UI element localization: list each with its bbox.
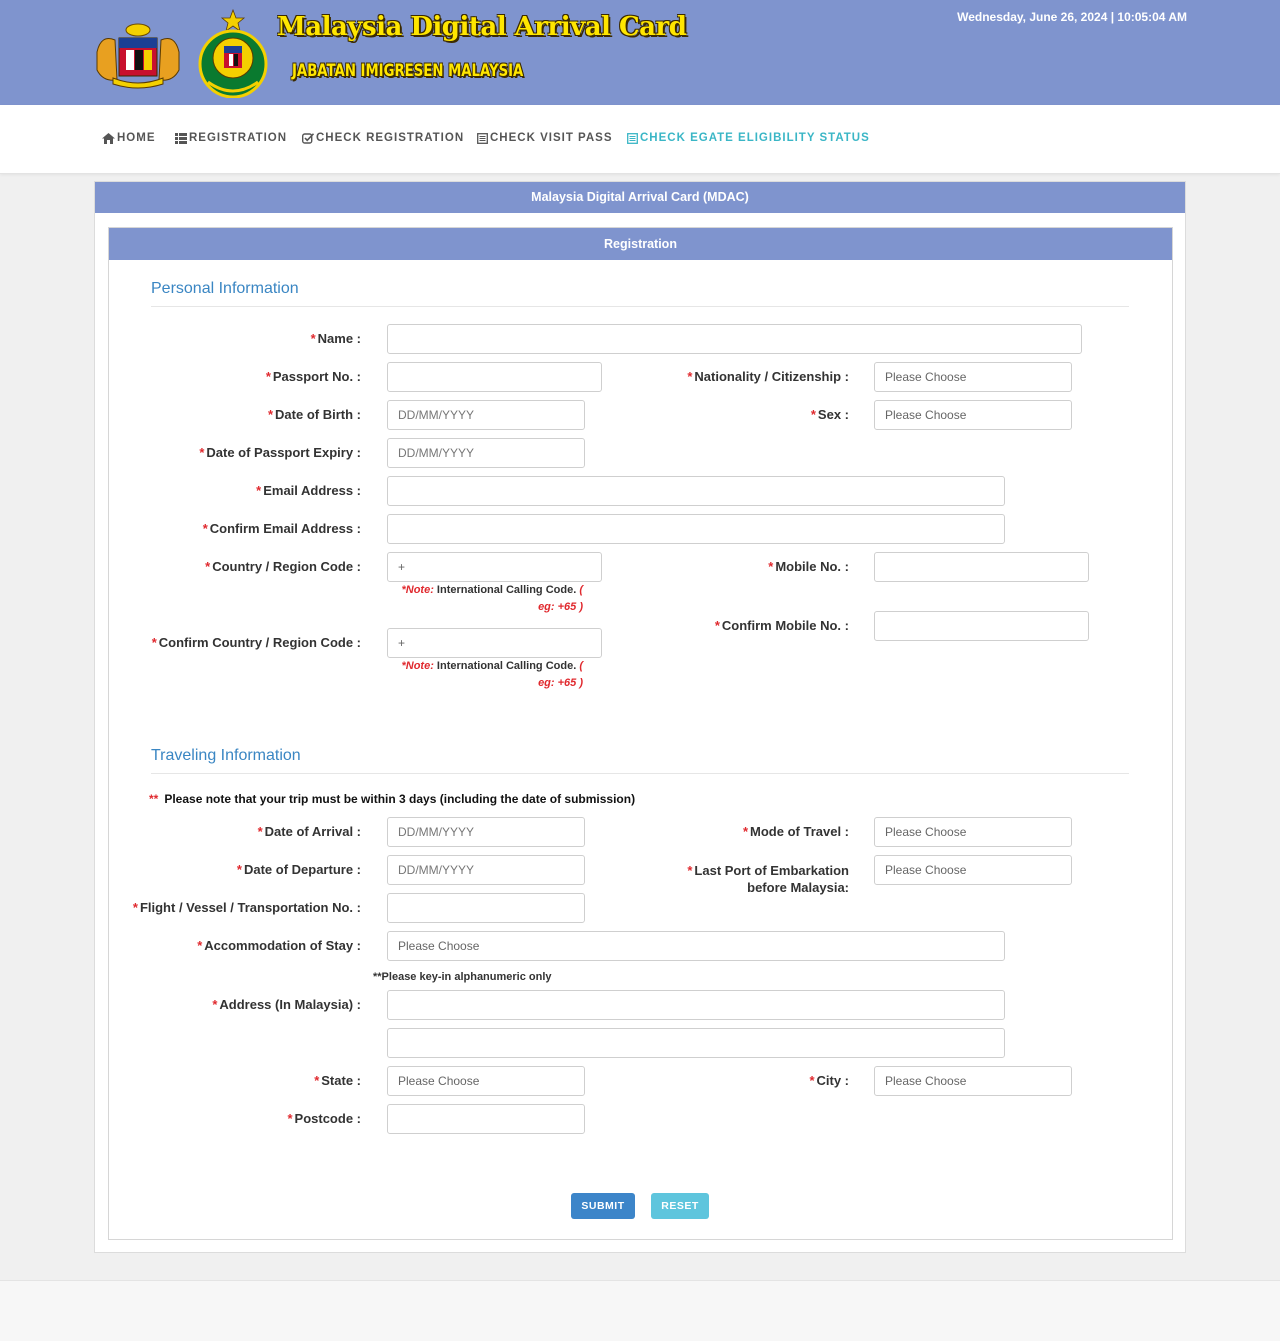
calling-code-note: *Note: International Calling Code. ( eg:… (401, 584, 583, 613)
registration-title: Registration (109, 228, 1172, 260)
nav-check-egate[interactable]: CHECK EGATE ELIGIBILITY STATUS (627, 132, 870, 144)
immigration-emblem (198, 8, 268, 98)
state-label: * State : (314, 1073, 361, 1088)
mode-of-travel-label: * Mode of Travel : (742, 824, 849, 839)
arrival-label: * Date of Arrival : (257, 824, 361, 839)
calling-code-note: *Note: International Calling Code. ( eg:… (401, 660, 583, 689)
dob-label: * Date of Birth : (267, 407, 361, 422)
coat-of-arms-emblem (96, 23, 180, 89)
name-label: * Name : (310, 331, 361, 346)
section-divider (151, 306, 1129, 307)
nav-check-visit-pass[interactable]: CHECK VISIT PASS (477, 132, 613, 144)
country-code-label: * Country / Region Code : (205, 559, 361, 574)
departure-label: * Date of Departure : (236, 862, 361, 877)
nav-home-label: HOME (117, 132, 156, 144)
confirm-country-code-input[interactable]: + (387, 628, 602, 658)
nationality-label: * Nationality / Citizenship : (687, 369, 849, 384)
nav-registration[interactable]: REGISTRATION (175, 132, 287, 144)
nav-check-registration[interactable]: CHECK REGISTRATION (302, 132, 464, 144)
passport-label: * Passport No. : (265, 369, 361, 384)
city-label: * City : (809, 1073, 849, 1088)
submit-button[interactable]: SUBMIT (571, 1193, 635, 1219)
accommodation-select[interactable]: Please Choose (387, 931, 1005, 961)
nav-home[interactable]: HOME (102, 132, 156, 144)
sex-label: * Sex : (810, 407, 849, 422)
site-subtitle: JABATAN IMIGRESEN MALAYSIA (292, 61, 524, 81)
check-square-icon (302, 132, 314, 144)
current-datetime: Wednesday, June 26, 2024 | 10:05:04 AM (957, 10, 1187, 24)
site-title: Malaysia Digital Arrival Card (277, 12, 687, 42)
home-icon (102, 132, 115, 144)
departure-date-input[interactable]: DD/MM/YYYY (387, 855, 585, 885)
document-icon (627, 132, 638, 144)
address-line2-input[interactable] (387, 1028, 1005, 1058)
passport-expiry-label: * Date of Passport Expiry : (199, 445, 361, 460)
confirm-email-label: * Confirm Email Address : (202, 521, 361, 536)
passport-expiry-input[interactable]: DD/MM/YYYY (387, 438, 585, 468)
confirm-country-code-label: * Confirm Country / Region Code : (151, 635, 361, 650)
state-select[interactable]: Please Choose (387, 1066, 585, 1096)
dob-input[interactable]: DD/MM/YYYY (387, 400, 585, 430)
nav-check-egate-label: CHECK EGATE ELIGIBILITY STATUS (640, 132, 870, 144)
alphanumeric-note: **Please key-in alphanumeric only (373, 971, 552, 983)
last-port-select[interactable]: Please Choose (874, 855, 1072, 885)
email-input[interactable] (387, 476, 1005, 506)
site-header: Malaysia Digital Arrival Card JABATAN IM… (0, 0, 1280, 105)
postcode-label: * Postcode : (287, 1111, 361, 1126)
address-line1-input[interactable] (387, 990, 1005, 1020)
section-divider (151, 773, 1129, 774)
confirm-email-input[interactable] (387, 514, 1005, 544)
personal-info-heading: Personal Information (151, 280, 299, 297)
nationality-select[interactable]: Please Choose (874, 362, 1072, 392)
confirm-mobile-label: * Confirm Mobile No. : (714, 618, 849, 633)
reset-button[interactable]: RESET (651, 1193, 709, 1219)
country-code-input[interactable]: + (387, 552, 602, 582)
nav-check-registration-label: CHECK REGISTRATION (316, 132, 465, 144)
list-icon (175, 132, 187, 144)
passport-input[interactable] (387, 362, 602, 392)
mobile-input[interactable] (874, 552, 1089, 582)
confirm-mobile-input[interactable] (874, 611, 1089, 641)
last-port-label: * Last Port of Embarkation before Malaysia… (687, 863, 849, 895)
mobile-label: * Mobile No. : (768, 559, 849, 574)
name-input[interactable] (387, 324, 1082, 354)
flight-label: * Flight / Vessel / Transportation No. : (132, 900, 361, 915)
flight-input[interactable] (387, 893, 585, 923)
postcode-input[interactable] (387, 1104, 585, 1134)
nav-registration-label: REGISTRATION (189, 132, 288, 144)
sex-select[interactable]: Please Choose (874, 400, 1072, 430)
traveling-info-heading: Traveling Information (151, 747, 301, 764)
document-icon (477, 132, 488, 144)
arrival-date-input[interactable]: DD/MM/YYYY (387, 817, 585, 847)
main-nav: HOME REGISTRATION CHECK REGISTRATION CHE… (0, 105, 1280, 174)
page-footer (0, 1280, 1280, 1341)
nav-check-visit-pass-label: CHECK VISIT PASS (490, 132, 613, 144)
city-select[interactable]: Please Choose (874, 1066, 1072, 1096)
mdac-panel-title: Malaysia Digital Arrival Card (MDAC) (95, 182, 1185, 213)
email-label: * Email Address : (256, 483, 361, 498)
mode-of-travel-select[interactable]: Please Choose (874, 817, 1072, 847)
accommodation-label: * Accommodation of Stay : (197, 938, 361, 953)
address-label: * Address (In Malaysia) : (212, 997, 361, 1012)
trip-note: ** Please note that your trip must be wit… (149, 792, 636, 806)
